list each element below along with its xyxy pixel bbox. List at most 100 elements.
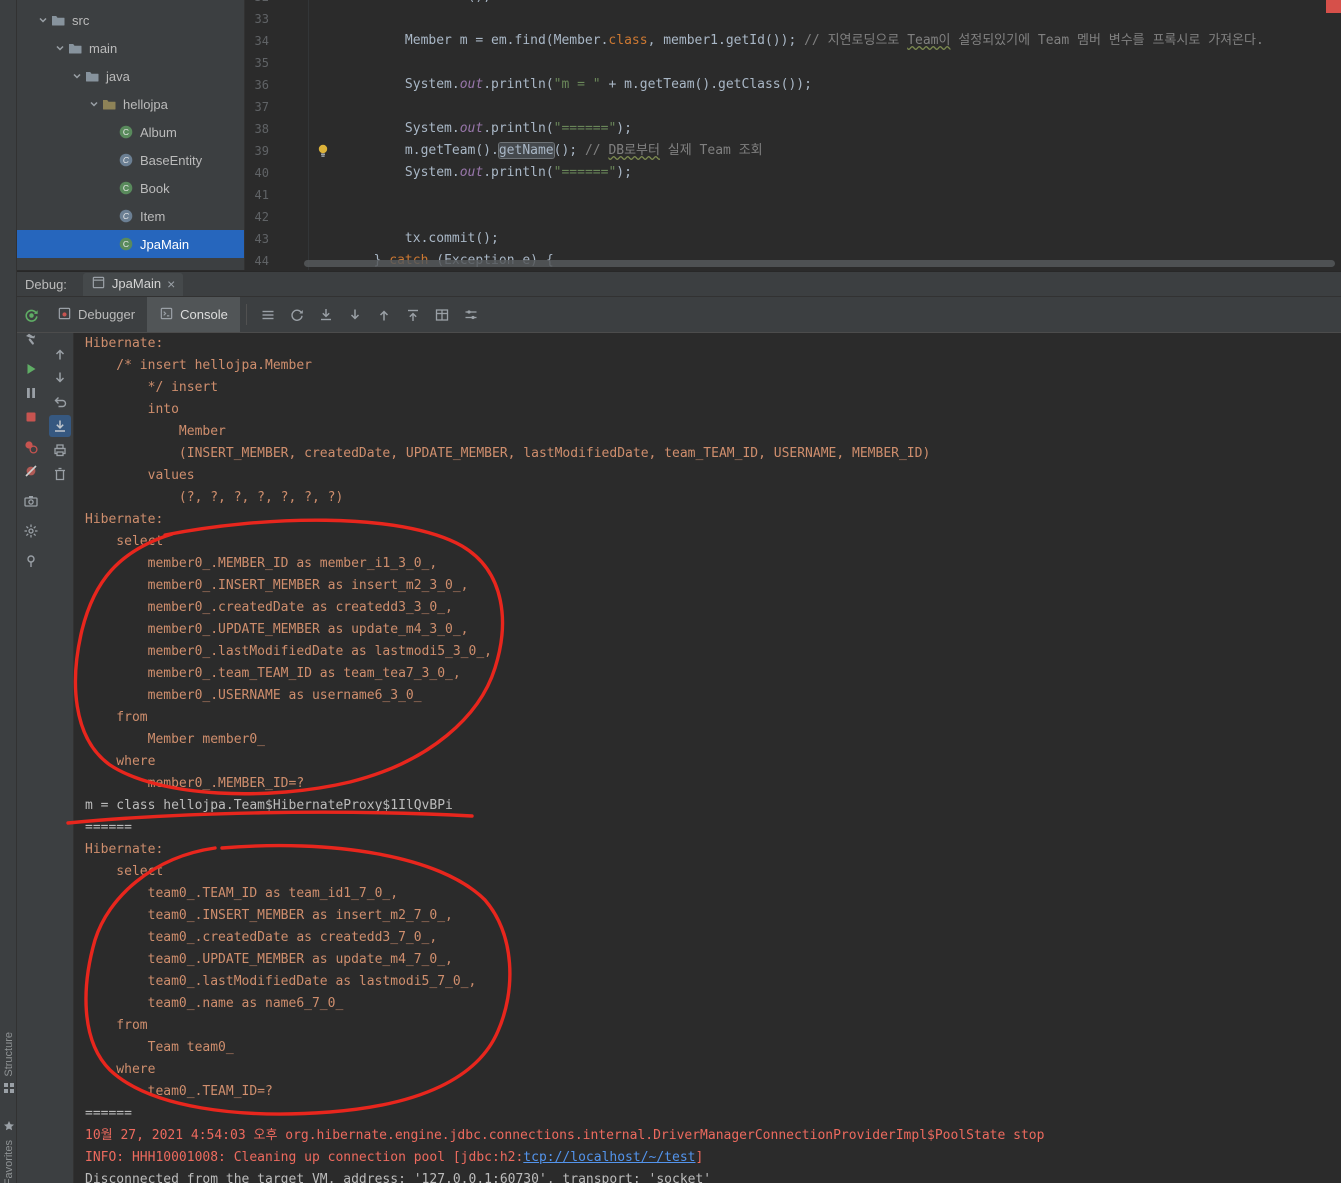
gutter [272, 118, 311, 140]
tree-item-album[interactable]: C Album [17, 118, 244, 146]
console-line: team0_.TEAM_ID=? [85, 1084, 273, 1099]
console-control-strip [46, 341, 74, 487]
console-output[interactable]: Hibernate: /* insert hellojpa.Member */ … [75, 333, 1341, 1183]
close-icon[interactable]: × [167, 277, 175, 291]
step-up-icon[interactable] [49, 343, 71, 365]
console-line: team0_.createdDate as createdd3_7_0_, [85, 930, 438, 945]
chevron-expanded-icon[interactable] [36, 15, 50, 25]
build-icon[interactable] [20, 328, 42, 350]
tree-item-jpamain[interactable]: C JpaMain [17, 230, 244, 258]
favorites-label: Favorites [2, 1140, 15, 1183]
code-text: System.out.println("======"); [311, 121, 632, 136]
console-line: member0_.MEMBER_ID as member_i1_3_0_, [85, 556, 438, 571]
line-number: 43 [254, 232, 269, 246]
console-text: INFO: HHH10001008: Cleaning up connectio… [85, 1150, 524, 1165]
debug-control-strip [17, 302, 45, 574]
console-line: Hibernate: [85, 336, 172, 351]
code-line: 32 em.clear(); [246, 0, 1341, 8]
chevron-expanded-icon[interactable] [87, 99, 101, 109]
line-number: 33 [254, 12, 269, 26]
editor-horizontal-scrollbar[interactable] [304, 260, 1335, 267]
tool-window-stripe: Structure Favorites [0, 0, 17, 1183]
debug-panel-title: Debug: [25, 276, 67, 292]
tab-debugger[interactable]: Debugger [45, 297, 147, 332]
tree-item-java[interactable]: java [17, 62, 244, 90]
favorites-tool-button[interactable]: Favorites [0, 1120, 17, 1183]
console-jdbc-link[interactable]: tcp://localhost/~/test [523, 1150, 695, 1165]
up-from-line-icon[interactable] [402, 304, 424, 326]
table-icon[interactable] [431, 304, 453, 326]
console-line: into [85, 402, 179, 417]
step-down-icon[interactable] [344, 304, 366, 326]
gutter [272, 8, 311, 30]
down-to-line-icon[interactable] [315, 304, 337, 326]
project-tree[interactable]: src main java hellojpa C Album C BaseEntity C Boo… [17, 0, 245, 270]
svg-text:C: C [123, 155, 130, 165]
tree-item-label: src [72, 12, 90, 28]
debug-session-tab[interactable]: JpaMain × [82, 272, 184, 296]
structure-tool-button[interactable]: Structure [0, 1032, 17, 1097]
chevron-expanded-icon[interactable] [53, 43, 67, 53]
class-abstract-icon: C [118, 153, 134, 167]
tab-console-label: Console [180, 307, 228, 322]
stop-icon[interactable] [20, 406, 42, 428]
view-breakpoints-icon[interactable] [20, 436, 42, 458]
console-line: team0_.name as name6_7_0_ [85, 996, 352, 1011]
step-up-icon[interactable] [373, 304, 395, 326]
console-line: member0_.createdDate as createdd3_3_0_, [85, 600, 453, 615]
pause-icon[interactable] [20, 382, 42, 404]
step-down-icon[interactable] [49, 367, 71, 389]
console-line: Hibernate: [85, 512, 172, 527]
console-line: ====== [85, 820, 132, 835]
scroll-to-end-icon[interactable] [49, 415, 71, 437]
console-line: (?, ?, ?, ?, ?, ?, ?) [85, 490, 344, 505]
console-line: INFO: HHH10001008: Cleaning up connectio… [75, 1147, 1341, 1169]
tree-item-item[interactable]: C Item [17, 202, 244, 230]
menu-icon[interactable] [257, 304, 279, 326]
console-line: Member member0_ [85, 732, 273, 747]
console-line: */ insert [85, 380, 226, 395]
screenshot-icon[interactable] [20, 490, 42, 512]
tree-item-book[interactable]: C Book [17, 174, 244, 202]
mute-breakpoints-icon[interactable] [20, 460, 42, 482]
filter-icon[interactable] [460, 304, 482, 326]
reset-frame-icon[interactable] [49, 391, 71, 413]
tree-item-baseentity[interactable]: C BaseEntity [17, 146, 244, 174]
console-line: where [85, 1062, 156, 1077]
debug-view-toolbar: Debugger Console [17, 297, 1341, 333]
rerun-debug-icon[interactable] [20, 304, 42, 326]
line-number: 36 [254, 78, 269, 92]
editor-code-area[interactable]: 32 em.clear(); 33 34 Member m = em.find(Me… [246, 0, 1341, 270]
line-number: 44 [254, 254, 269, 268]
print-icon[interactable] [49, 439, 71, 461]
svg-text:C: C [123, 183, 129, 193]
line-number: 37 [254, 100, 269, 114]
console-line: member0_.team_TEAM_ID as team_tea7_3_0_, [85, 666, 461, 681]
debug-tool-window-header: Debug: JpaMain × [17, 271, 1341, 297]
console-line: select [85, 864, 164, 879]
debugger-icon [57, 306, 72, 324]
structure-label: Structure [2, 1032, 15, 1077]
structure-icon [3, 1082, 15, 1097]
pin-icon[interactable] [20, 550, 42, 572]
package-icon [101, 98, 117, 110]
tab-console[interactable]: Console [147, 297, 240, 332]
tree-item-main[interactable]: main [17, 34, 244, 62]
tree-item-hellojpa[interactable]: hellojpa [17, 90, 244, 118]
class-icon: C [118, 181, 134, 195]
tree-item-src[interactable]: src [17, 6, 244, 34]
chevron-expanded-icon[interactable] [70, 71, 84, 81]
console-line: values [85, 468, 195, 483]
resume-icon[interactable] [20, 358, 42, 380]
error-stripe-mark [1326, 0, 1341, 13]
console-line: select [85, 534, 164, 549]
clear-all-icon[interactable] [49, 463, 71, 485]
console-line: team0_.lastModifiedDate as lastmodi5_7_0… [85, 974, 477, 989]
gutter [272, 184, 311, 206]
settings-gear-icon[interactable] [20, 520, 42, 542]
folder-icon [50, 14, 66, 26]
code-editor[interactable]: 32 em.clear(); 33 34 Member m = em.find(Me… [246, 0, 1341, 270]
rerun-icon[interactable] [286, 304, 308, 326]
gutter [272, 30, 311, 52]
code-line: 41 [246, 184, 1341, 206]
